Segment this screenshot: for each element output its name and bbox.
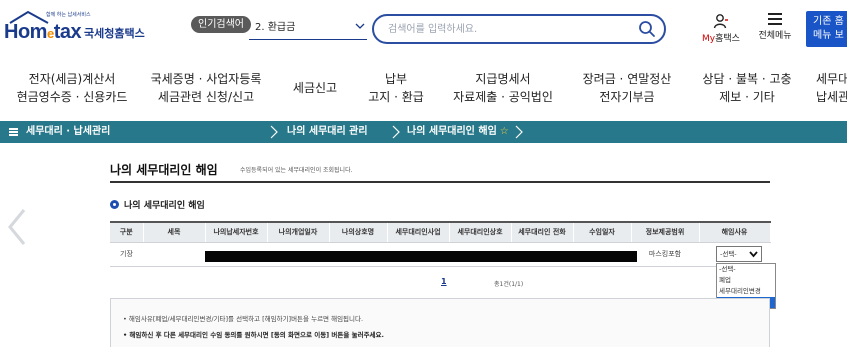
column-header: 나의상호명: [329, 221, 388, 243]
chevron-right-icon: [515, 125, 523, 139]
dismissal-reason-value: -선택-: [720, 250, 737, 258]
breadcrumb-item-agent-manage[interactable]: 나의 세무대리 관리: [287, 121, 368, 143]
user-icon: [713, 14, 728, 29]
column-header: 나의개업일자: [267, 221, 330, 243]
search-input[interactable]: [388, 21, 628, 37]
logo-korean-name: 국세청홈택스: [84, 27, 145, 40]
breadcrumb: 세무대리 · 납세관리 나의 세무대리 관리 나의 세무대리인 해임 ☆: [0, 121, 847, 143]
page-title: 나의 세무대리인 해임: [110, 163, 218, 177]
chevron-right-icon: [392, 125, 400, 139]
search-icon[interactable]: [638, 20, 656, 38]
gnb-sublabel: 고지 · 환급: [368, 90, 424, 104]
gnb-label: 지급명세서: [475, 72, 531, 86]
column-header: 나의납세자번호: [205, 221, 268, 243]
pagination-info: 총1건(1/1): [494, 281, 524, 288]
column-header: 정보제공범위: [631, 221, 700, 243]
gnb-label: 장려금 · 연말정산: [582, 72, 672, 86]
search-box: [372, 14, 666, 44]
dismissal-reason-select[interactable]: -선택-: [716, 246, 762, 262]
logo-slogan: 함께 하는 납세서비스: [46, 12, 91, 18]
favorite-star-icon[interactable]: ☆: [500, 126, 509, 137]
popular-search-value: 2. 환급금: [255, 22, 296, 33]
breadcrumb-item-tax-agent[interactable]: 세무대리 · 납세관리: [26, 121, 110, 143]
popular-search-select[interactable]: 2. 환급금: [249, 16, 367, 40]
gnb-label: 납부: [384, 72, 408, 86]
gnb-item-e-invoice[interactable]: 전자(세금)계산서 현금영수증 · 신용카드: [8, 70, 136, 106]
gnb-item-payment[interactable]: 납부 고지 · 환급: [356, 70, 436, 106]
gnb-item-certificates[interactable]: 국세증명 · 사업자등록 세금관련 신청/신고: [142, 70, 270, 106]
site-header: 함께 하는 납세서비스 Hometax 국세청홈택스 인기검색어 2. 환급금 …: [0, 0, 847, 58]
cell-tax-item: [143, 242, 205, 267]
legacy-home-menu-line2: 메뉴 보: [813, 30, 844, 41]
section-bullet-icon: [110, 200, 119, 209]
cell-type: 기장: [110, 242, 143, 267]
dropdown-option[interactable]: 세무대리인변경: [717, 286, 775, 297]
section-title: 나의 세무대리인 해임: [124, 201, 205, 211]
hometax-logo[interactable]: 함께 하는 납세서비스 Hometax 국세청홈택스: [2, 10, 152, 46]
column-header: 구분: [110, 221, 144, 243]
gnb-item-incentives[interactable]: 장려금 · 연말정산 전자기부금: [568, 70, 686, 106]
gnb-sublabel: 전자기부금: [599, 90, 655, 104]
notice-box: • 해임사유[폐업/세무대리인변경/기타]를 선택하고 [해임하기]버튼을 누르…: [110, 298, 770, 347]
cell-info-scope: 마스킹포함: [631, 242, 699, 267]
column-header: 세무대리인 전화: [511, 221, 574, 243]
chevron-down-icon: [355, 23, 365, 29]
menu-icon[interactable]: [9, 128, 18, 136]
gnb-sublabel: 제보 · 기타: [719, 90, 775, 104]
notice-line-emphasis: • 해임하신 후 다른 세무대리인 수임 동의를 원하시면 [동의 화면으로 이…: [123, 331, 384, 339]
gnb-label: 세금신고: [292, 81, 338, 95]
popular-search-badge: 인기검색어: [191, 16, 251, 33]
hamburger-icon: [768, 13, 782, 25]
breadcrumb-item-current[interactable]: 나의 세무대리인 해임 ☆: [407, 121, 509, 143]
gnb-item-payment-statement[interactable]: 지급명세서 자료제출 · 공익법인: [444, 70, 562, 106]
pagination-page-1[interactable]: 1: [441, 277, 447, 286]
legacy-home-menu-line1: 기존 홈: [813, 16, 844, 27]
chevron-down-icon: [749, 251, 758, 258]
dropdown-option[interactable]: 폐업: [717, 275, 775, 286]
column-header: 해임사유: [699, 221, 771, 243]
column-header: 세무대리인상호: [449, 221, 512, 243]
column-header: 세목: [143, 221, 206, 243]
gnb-sublabel: 자료제출 · 공익법인: [453, 90, 553, 104]
gnb-item-tax-filing[interactable]: 세금신고: [282, 79, 348, 97]
title-divider: [110, 181, 770, 183]
gnb-label: 상담 · 불복 · 고충: [702, 72, 792, 86]
gnb-label: 전자(세금)계산서: [28, 72, 116, 86]
main-navigation: 전자(세금)계산서 현금영수증 · 신용카드 국세증명 · 사업자등록 세금관련…: [0, 64, 847, 116]
gnb-label: 세무대: [816, 72, 847, 86]
gnb-sublabel: 납세관: [816, 90, 847, 104]
chevron-left-icon[interactable]: [4, 206, 32, 248]
all-menu-label: 전체메뉴: [758, 31, 792, 41]
table-header-row: 구분 세목 나의납세자번호 나의개업일자 나의상호명 세무대리인사업 세무대리인…: [110, 221, 771, 243]
gnb-sublabel: 세금관련 신청/신고: [157, 90, 255, 104]
logo-wordmark: Hometax: [4, 21, 82, 43]
my-hometax-button[interactable]: My홈택스: [698, 13, 744, 45]
gnb-item-tax-agent[interactable]: 세무대 납세관: [816, 70, 847, 106]
all-menu-button[interactable]: 전체메뉴: [753, 13, 797, 45]
column-header: 수임일자: [573, 221, 632, 243]
legacy-home-menu-button[interactable]: 기존 홈 메뉴 보: [806, 11, 847, 47]
dropdown-option[interactable]: -선택-: [717, 264, 775, 275]
chevron-right-icon: [270, 125, 278, 139]
gnb-label: 국세증명 · 사업자등록: [150, 72, 262, 86]
notice-line: • 해임사유[폐업/세무대리인변경/기타]를 선택하고 [해임하기]버튼을 누르…: [123, 315, 364, 323]
gnb-item-consultation[interactable]: 상담 · 불복 · 고충 제보 · 기타: [690, 70, 804, 106]
redaction-bar: [205, 251, 637, 262]
gnb-sublabel: 현금영수증 · 신용카드: [16, 90, 128, 104]
my-hometax-label: My홈택스: [702, 34, 740, 44]
column-header: 세무대리인사업: [387, 221, 450, 243]
page-description: 수임등록되어 있는 세무대리인이 조회됩니다.: [240, 167, 353, 174]
